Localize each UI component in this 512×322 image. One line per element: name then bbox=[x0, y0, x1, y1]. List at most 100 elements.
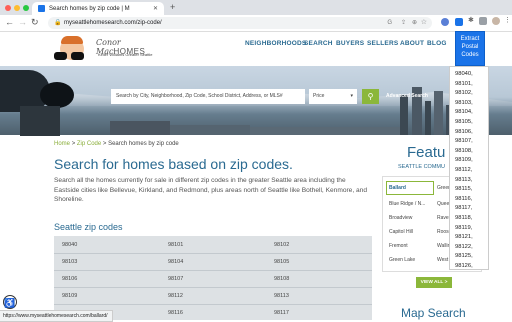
extracted-code: 98118, bbox=[455, 215, 473, 221]
zip-link[interactable]: 98116 bbox=[168, 310, 183, 316]
nav-sellers[interactable]: SELLERS bbox=[367, 40, 398, 47]
price-select[interactable]: Price ▾ bbox=[309, 89, 357, 104]
extracted-code: 98109, bbox=[455, 157, 473, 164]
nav-search[interactable]: SEARCH bbox=[304, 40, 333, 47]
extracted-code: 98122, bbox=[455, 243, 473, 250]
close-tab-icon[interactable]: ✕ bbox=[153, 5, 158, 12]
site-logo[interactable]: Conor MacHOMES Keller Williams Greater S… bbox=[54, 34, 159, 64]
nav-buyers[interactable]: BUYERS bbox=[336, 40, 364, 47]
community-link[interactable]: Blue Ridge / N... bbox=[389, 201, 425, 207]
extract-button-label-line: Extract bbox=[460, 36, 480, 42]
zip-link[interactable]: 98107 bbox=[168, 276, 183, 282]
community-link[interactable]: Broadview bbox=[389, 215, 412, 221]
zip-link[interactable]: 98040 bbox=[62, 242, 77, 248]
browser-toolbar: ← → ↻ 🔒 myseattlehomesearch.com/zip-code… bbox=[0, 15, 512, 32]
extracted-code: 98121, bbox=[455, 234, 473, 241]
profile-avatar[interactable] bbox=[492, 17, 500, 25]
page-title: Search for homes based on zip codes. bbox=[54, 156, 293, 172]
extracted-code: 98126, bbox=[455, 263, 473, 269]
extracted-code: 98113, bbox=[455, 176, 473, 183]
extracted-code: 98112, bbox=[455, 167, 473, 173]
extracted-code: 98103, bbox=[455, 99, 473, 106]
extracted-code: 98101, bbox=[455, 80, 473, 87]
maximize-window-button[interactable] bbox=[23, 5, 29, 11]
view-all-button[interactable]: VIEW ALL > bbox=[416, 277, 452, 288]
status-bar-url: https://www.myseattlehomesearch.com/ball… bbox=[0, 310, 113, 322]
map-search-heading: Map Search bbox=[401, 306, 466, 320]
featured-subtitle: SEATTLE COMMU bbox=[398, 164, 445, 170]
zip-link[interactable]: 98106 bbox=[62, 276, 77, 282]
extracted-code: 98116, bbox=[455, 195, 473, 202]
close-window-button[interactable] bbox=[5, 5, 11, 11]
logo-subtitle: Keller Williams Greater Seattle bbox=[98, 52, 153, 57]
community-link[interactable]: Capitol Hill bbox=[389, 229, 413, 235]
extracted-code: 98104, bbox=[455, 109, 473, 116]
zip-link[interactable]: 98103 bbox=[62, 259, 77, 265]
logo-glasses-icon bbox=[54, 47, 90, 60]
extracted-code: 98040, bbox=[455, 71, 473, 77]
nav-neighborhoods[interactable]: NEIGHBORHOODS bbox=[245, 40, 306, 47]
extracted-code: 98115, bbox=[455, 186, 473, 193]
share-icon[interactable]: ⇪ bbox=[401, 17, 406, 29]
community-link[interactable]: Fremont bbox=[389, 243, 408, 249]
breadcrumb-zip-code[interactable]: Zip Code bbox=[77, 141, 101, 147]
extracted-code: 98108, bbox=[455, 147, 473, 154]
extracted-code: 98102, bbox=[455, 90, 473, 97]
breadcrumb: Home > Zip Code > Search homes by zip co… bbox=[54, 141, 179, 147]
bookmark-star-icon[interactable]: ☆ bbox=[421, 17, 427, 29]
intro-text: Search all the homes currently for sale … bbox=[54, 177, 368, 204]
extracted-code: 98107, bbox=[455, 138, 473, 145]
extract-postal-codes-button[interactable]: Extract Postal Codes bbox=[455, 31, 485, 66]
zoom-icon[interactable]: ⊕ bbox=[412, 17, 417, 29]
breadcrumb-current: Search homes by zip code bbox=[108, 141, 179, 147]
zip-link[interactable]: 98105 bbox=[274, 259, 289, 265]
forward-icon[interactable]: → bbox=[18, 17, 27, 27]
google-lens-icon[interactable]: G bbox=[387, 17, 392, 29]
zip-link[interactable]: 98109 bbox=[62, 293, 77, 299]
search-icon: ⚲ bbox=[367, 92, 374, 101]
zip-link[interactable]: 98108 bbox=[274, 276, 289, 282]
featured-title: Featu bbox=[407, 144, 446, 161]
community-link[interactable]: Green Lake bbox=[389, 257, 415, 263]
sidepanel-icon[interactable] bbox=[479, 17, 487, 25]
url-text: myseattlehomesearch.com/zip-code/ bbox=[64, 20, 162, 26]
price-select-label: Price bbox=[313, 93, 325, 99]
nav-blog[interactable]: BLOG bbox=[427, 40, 447, 47]
zip-codes-heading: Seattle zip codes bbox=[54, 222, 123, 232]
nav-about[interactable]: ABOUT bbox=[400, 40, 424, 47]
reload-icon[interactable]: ↻ bbox=[31, 17, 39, 28]
lock-icon: 🔒 bbox=[54, 20, 62, 26]
search-button[interactable]: ⚲ bbox=[362, 89, 379, 104]
tab-title: Search homes by zip code | M bbox=[49, 5, 130, 12]
extract-button-label-line: Codes bbox=[461, 52, 479, 58]
advanced-search-link[interactable]: Advanced Search bbox=[386, 93, 428, 99]
menu-kebab-icon[interactable]: ⋮ bbox=[504, 16, 511, 24]
hero-binocular-viewer bbox=[0, 66, 96, 136]
extracted-code: 98119, bbox=[455, 224, 473, 231]
community-link[interactable]: Ballard bbox=[389, 185, 406, 191]
browser-tab[interactable]: Search homes by zip code | M ✕ bbox=[32, 2, 164, 15]
zip-link[interactable]: 98102 bbox=[274, 242, 289, 248]
zip-code-table: 98040 98101 98102 98103 98104 98105 9810… bbox=[54, 236, 372, 320]
extracted-codes-list[interactable]: 98040, 98101, 98102, 98103, 98104, 98105… bbox=[449, 66, 489, 270]
zip-link[interactable]: 98101 bbox=[168, 242, 183, 248]
logo-hair bbox=[61, 36, 83, 44]
zip-link[interactable]: 98117 bbox=[274, 310, 289, 316]
extension-globe-icon[interactable] bbox=[441, 18, 449, 26]
back-icon[interactable]: ← bbox=[5, 17, 14, 27]
zip-link[interactable]: 98113 bbox=[274, 293, 289, 299]
minimize-window-button[interactable] bbox=[14, 5, 20, 11]
address-bar[interactable]: 🔒 myseattlehomesearch.com/zip-code/ G ⇪ … bbox=[48, 17, 432, 29]
zip-extractor-extension-icon[interactable] bbox=[455, 18, 463, 26]
breadcrumb-home[interactable]: Home bbox=[54, 141, 70, 147]
zip-link[interactable]: 98112 bbox=[168, 293, 183, 299]
new-tab-icon[interactable]: + bbox=[170, 2, 175, 12]
zip-link[interactable]: 98104 bbox=[168, 259, 183, 265]
extracted-code: 98117, bbox=[455, 205, 473, 212]
property-search-input[interactable]: Search by City, Neighborhood, Zip Code, … bbox=[111, 89, 305, 104]
puzzle-icon[interactable]: ✱ bbox=[468, 16, 474, 24]
accessibility-icon[interactable]: ♿ bbox=[3, 295, 17, 309]
favicon-icon bbox=[38, 5, 45, 12]
extracted-code: 98105, bbox=[455, 119, 473, 125]
extracted-code: 98125, bbox=[455, 253, 473, 260]
